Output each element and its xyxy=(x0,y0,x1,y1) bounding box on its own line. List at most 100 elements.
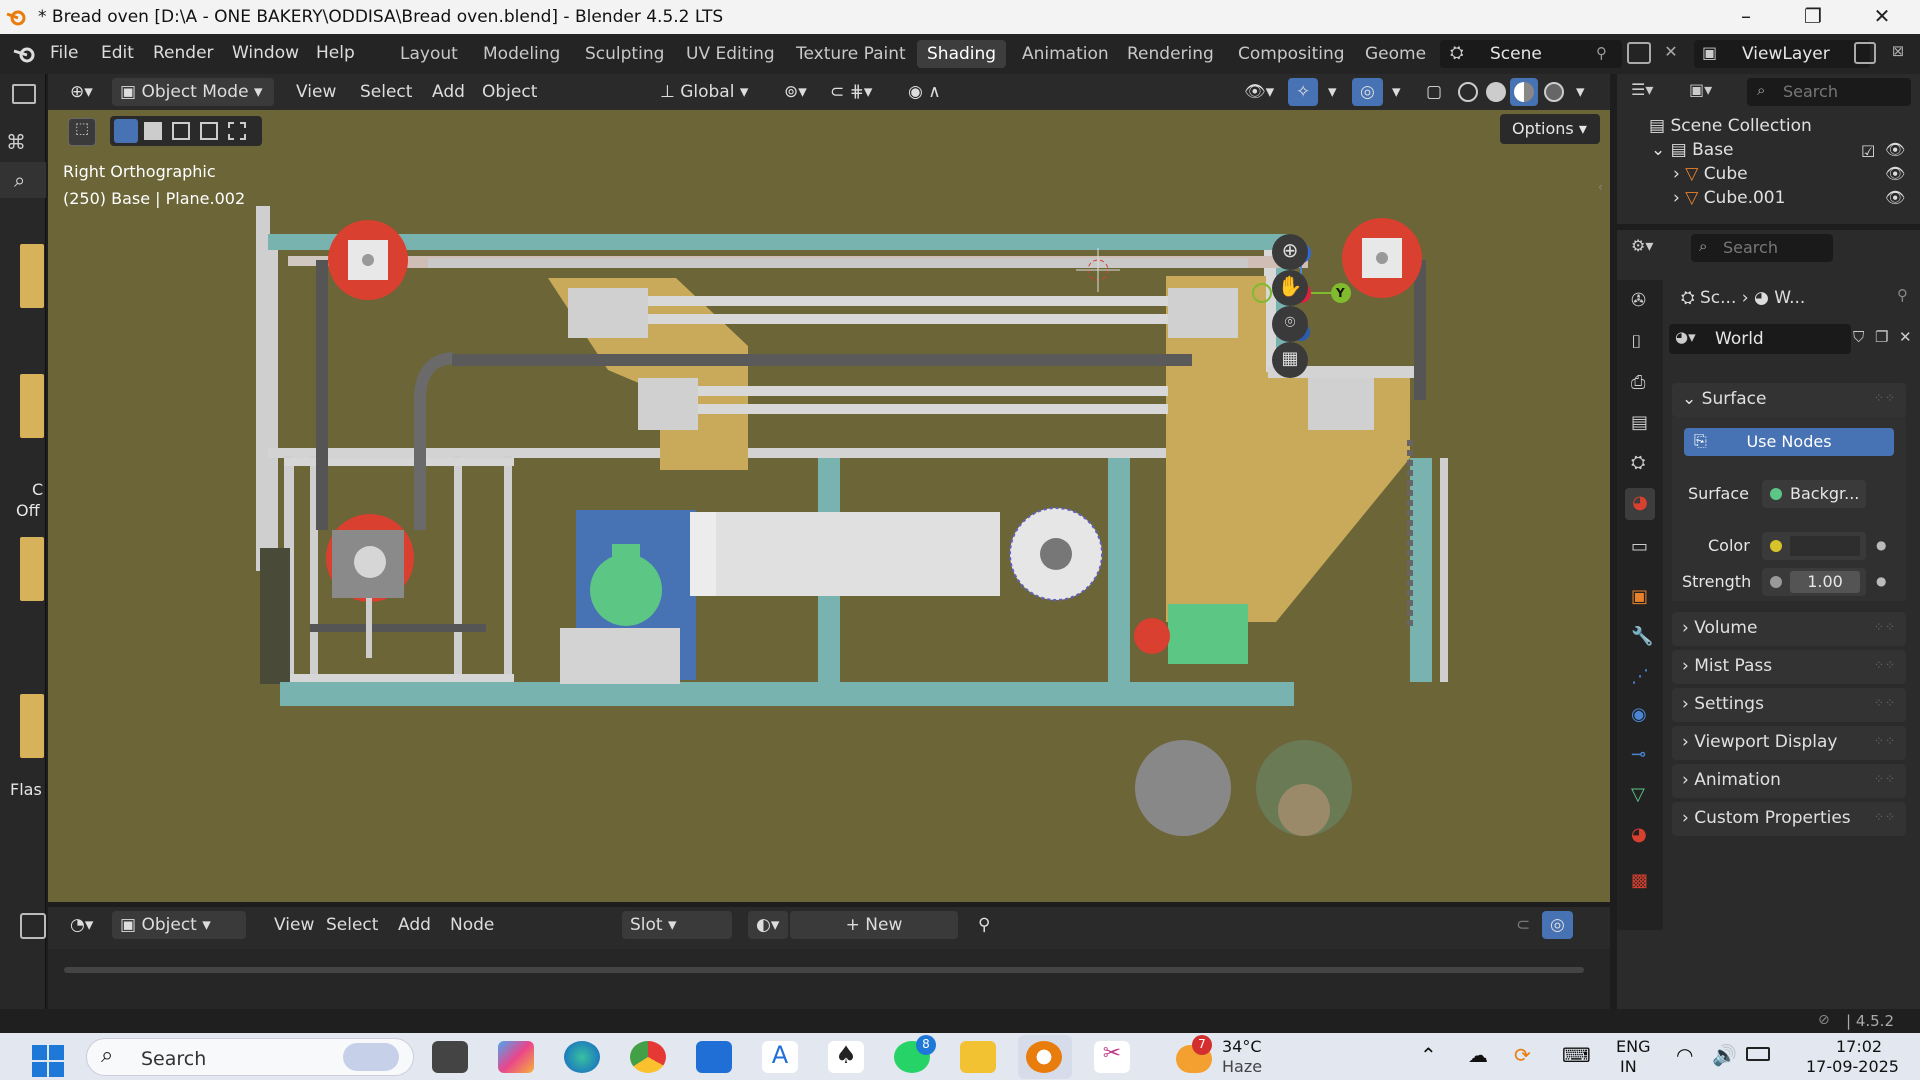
checkbox-icon[interactable]: ☑ xyxy=(1861,142,1875,161)
font-app-icon[interactable]: A xyxy=(762,1041,798,1073)
menu-help[interactable]: Help xyxy=(316,43,355,63)
file-browser-icon[interactable] xyxy=(12,84,36,104)
shader-type-dropdown[interactable]: ▣ Object ▾ xyxy=(112,911,246,939)
tab-rendering[interactable]: Rendering xyxy=(1117,40,1224,68)
weather-condition[interactable]: Haze xyxy=(1222,1057,1262,1076)
node-menu[interactable]: Node xyxy=(442,911,502,939)
view-menu[interactable]: View xyxy=(288,78,344,106)
viewport-display-panel-header[interactable]: › Viewport Display ⁘⁘ xyxy=(1672,726,1906,760)
solitaire-icon[interactable]: ♠ xyxy=(828,1041,864,1073)
viewlayer-selector[interactable]: ▣ ViewLayer xyxy=(1694,40,1870,68)
strength-field[interactable]: 1.00 xyxy=(1762,568,1866,596)
snipping-tool-icon[interactable]: ✂ xyxy=(1094,1041,1130,1073)
data-tab-icon[interactable]: ▽ xyxy=(1631,784,1645,805)
folder-thumbnail[interactable] xyxy=(20,244,44,308)
use-nodes-button[interactable]: ⎘ Use Nodes xyxy=(1684,428,1894,456)
temperature[interactable]: 34°C xyxy=(1222,1037,1262,1056)
chevron-right-icon[interactable]: › xyxy=(1673,188,1685,208)
tool-tab-icon[interactable]: ✇ xyxy=(1631,290,1646,311)
scene-selector[interactable]: ⛭ Scene ⚲ xyxy=(1440,40,1622,68)
sync-icon[interactable]: ⟳ xyxy=(1514,1043,1531,1067)
folder-thumbnail[interactable] xyxy=(20,374,44,438)
onedrive-icon[interactable]: ☁ xyxy=(1468,1043,1488,1067)
node-add-menu[interactable]: Add xyxy=(390,911,439,939)
zoom-icon[interactable]: ⊕ xyxy=(1272,234,1308,270)
mode-dropdown[interactable]: ▣ Object Mode ▾ xyxy=(112,78,274,106)
properties-type-icon[interactable]: ⚙▾ xyxy=(1631,236,1653,255)
proportional-edit-icon[interactable]: ◉ ∧ xyxy=(900,78,949,106)
gizmo-toggle-icon[interactable]: ✧ xyxy=(1288,78,1319,106)
render-tab-icon[interactable]: ⌷ xyxy=(1631,332,1642,353)
search-icon[interactable]: ⌕ xyxy=(14,168,25,192)
world-selector[interactable]: ◕▾ World xyxy=(1669,324,1851,354)
display-mode-icon[interactable]: ▣▾ xyxy=(1689,80,1712,99)
drag-grip-icon[interactable]: ⁘⁘ xyxy=(1874,734,1896,748)
drag-grip-icon[interactable]: ⁘⁘ xyxy=(1874,658,1896,672)
object-menu[interactable]: Object xyxy=(474,78,545,106)
taskbar-search[interactable]: ⌕ Search xyxy=(86,1038,414,1076)
properties-search[interactable]: ⌕ Search xyxy=(1691,234,1833,262)
node-editor-canvas[interactable] xyxy=(48,949,1610,1009)
eye-icon[interactable]: 👁 xyxy=(1885,164,1905,183)
orientation-dropdown[interactable]: ⊥ Global ▾ xyxy=(652,78,764,106)
collection-tab-icon[interactable]: ▭ xyxy=(1631,536,1648,557)
new-scene-icon[interactable] xyxy=(1627,42,1651,64)
eye-icon[interactable]: 👁 xyxy=(1885,140,1905,159)
tab-shading[interactable]: Shading xyxy=(917,40,1007,68)
chevron-right-icon[interactable]: › xyxy=(1673,164,1685,184)
overlay-toggle-icon[interactable]: ◎ xyxy=(1352,78,1383,106)
snap-icon[interactable]: ⊂ ⋕▾ xyxy=(822,78,880,106)
menu-edit[interactable]: Edit xyxy=(101,43,134,63)
color-swatch[interactable] xyxy=(1790,536,1860,556)
keyframe-dot-icon[interactable]: ● xyxy=(1876,574,1886,588)
drag-grip-icon[interactable]: ⁘⁘ xyxy=(1874,620,1896,634)
node-editor-type-icon[interactable]: ◔▾ xyxy=(62,911,101,939)
pin-icon[interactable]: ⚲ xyxy=(970,911,998,939)
tab-layout[interactable]: Layout xyxy=(390,40,468,68)
overlay-icon[interactable]: ◎ xyxy=(1542,911,1573,939)
gizmo-y-label[interactable]: Y xyxy=(1336,286,1345,300)
scene-tab-icon[interactable]: ⛭ xyxy=(1631,452,1645,473)
output-tab-icon[interactable]: ⎙ xyxy=(1631,372,1645,393)
minimize-icon[interactable]: – xyxy=(1726,4,1766,28)
delete-viewlayer-icon[interactable]: ⊠ xyxy=(1886,42,1910,64)
drag-grip-icon[interactable]: ⁘⁘ xyxy=(1874,772,1896,786)
visibility-icon[interactable]: 👁▾ xyxy=(1236,78,1282,106)
xray-icon[interactable]: ▢ xyxy=(1418,78,1450,106)
wireframe-shading-icon[interactable] xyxy=(1458,82,1478,102)
language[interactable]: ENG xyxy=(1616,1037,1650,1056)
blender-menu-icon[interactable] xyxy=(12,44,38,64)
copilot-icon[interactable] xyxy=(498,1041,534,1073)
solid-shading-icon[interactable] xyxy=(1486,82,1506,102)
outliner-item-cube-001[interactable]: › ▽ Cube.001 xyxy=(1673,188,1785,216)
volume-icon[interactable]: 🔊 xyxy=(1712,1043,1737,1067)
keyframe-dot-icon[interactable]: ● xyxy=(1876,538,1886,552)
blender-task-icon[interactable] xyxy=(1026,1041,1062,1073)
fake-user-icon[interactable]: ⛉ xyxy=(1853,328,1864,346)
folder-thumbnail[interactable] xyxy=(20,537,44,601)
chrome-icon[interactable] xyxy=(630,1041,666,1073)
constraints-tab-icon[interactable]: ⊸ xyxy=(1631,744,1646,765)
select-menu[interactable]: Select xyxy=(352,78,420,106)
gizmo-dropdown[interactable]: ▾ xyxy=(1320,78,1345,106)
settings-panel-header[interactable]: › Settings ⁘⁘ xyxy=(1672,688,1906,722)
tab-modeling[interactable]: Modeling xyxy=(473,40,570,68)
close-icon[interactable]: ✕ xyxy=(1862,4,1902,28)
strength-value[interactable]: 1.00 xyxy=(1790,571,1860,593)
chevron-down-icon[interactable]: ⌄ xyxy=(1651,140,1671,160)
tab-texture-paint[interactable]: Texture Paint xyxy=(786,40,916,68)
keyboard-icon[interactable]: ⌨ xyxy=(1562,1043,1591,1067)
menu-file[interactable]: File xyxy=(50,43,78,63)
new-viewlayer-icon[interactable] xyxy=(1854,42,1876,64)
overlay-dropdown[interactable]: ▾ xyxy=(1384,78,1409,106)
material-browse-icon[interactable]: ◐▾ xyxy=(748,911,788,939)
task-view-icon[interactable] xyxy=(432,1041,468,1073)
tab-geometry[interactable]: Geome xyxy=(1355,40,1436,68)
texture-tab-icon[interactable]: ▩ xyxy=(1631,870,1648,891)
volume-panel-header[interactable]: › Volume ⁘⁘ xyxy=(1672,612,1906,646)
tab-sculpting[interactable]: Sculpting xyxy=(575,40,674,68)
material-shading-button[interactable] xyxy=(1510,78,1538,106)
world-browse-icon[interactable]: ◕▾ xyxy=(1675,328,1696,346)
maximize-icon[interactable]: ❐ xyxy=(1793,4,1833,28)
delete-scene-icon[interactable]: ✕ xyxy=(1660,42,1682,64)
